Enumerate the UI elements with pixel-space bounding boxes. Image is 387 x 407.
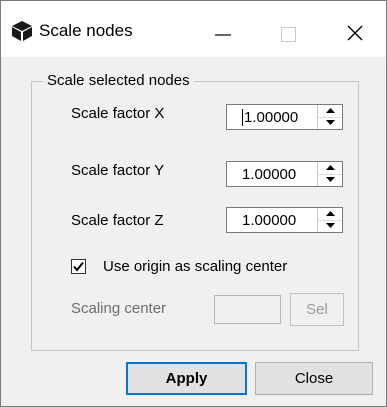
group-label: Scale selected nodes: [43, 72, 194, 89]
chevron-down-icon: [318, 177, 342, 182]
scaling-center-label: Scaling center: [71, 300, 167, 317]
chevron-up-icon: [318, 108, 342, 113]
scale-factor-x-label: Scale factor X: [71, 105, 165, 122]
maximize-icon: [266, 11, 312, 51]
scale-factor-z-value[interactable]: 1.00000: [242, 212, 296, 229]
maximize-button[interactable]: [266, 11, 312, 51]
apply-button[interactable]: Apply: [126, 362, 247, 395]
minimize-button[interactable]: [200, 11, 246, 51]
scale-factor-z-spin-buttons: [317, 208, 342, 232]
scale-nodes-dialog: Scale nodes Scale selected nodes Scale f…: [0, 0, 387, 407]
sel-button[interactable]: Sel: [290, 293, 344, 326]
close-button[interactable]: Close: [255, 362, 373, 395]
chevron-down-icon: [318, 120, 342, 125]
scale-factor-x-decrement[interactable]: [318, 117, 342, 129]
use-origin-checkbox[interactable]: [71, 259, 86, 274]
close-window-button[interactable]: [332, 11, 378, 51]
chevron-down-icon: [318, 223, 342, 228]
chevron-up-icon: [318, 165, 342, 170]
window-title: Scale nodes: [39, 21, 133, 40]
scale-factor-y-value[interactable]: 1.00000: [242, 166, 296, 183]
checkmark-icon: [72, 260, 85, 273]
scale-factor-x-spinbox[interactable]: 1.00000: [226, 104, 343, 130]
use-origin-label[interactable]: Use origin as scaling center: [103, 258, 287, 275]
cube-icon: [11, 20, 33, 42]
chevron-up-icon: [318, 211, 342, 216]
scale-factor-x-spin-buttons: [317, 105, 342, 129]
close-icon: [332, 11, 378, 51]
minimize-icon: [200, 11, 246, 51]
scaling-center-input[interactable]: [214, 295, 281, 324]
scale-factor-y-spinbox[interactable]: 1.00000: [226, 161, 343, 187]
scale-factor-y-decrement[interactable]: [318, 174, 342, 186]
scale-factor-z-label: Scale factor Z: [71, 212, 164, 229]
title-bar[interactable]: Scale nodes: [1, 1, 386, 57]
scale-factor-z-decrement[interactable]: [318, 220, 342, 232]
scale-factor-x-value[interactable]: 1.00000: [242, 109, 298, 126]
scale-factor-y-label: Scale factor Y: [71, 162, 165, 179]
scale-factor-z-spinbox[interactable]: 1.00000: [226, 207, 343, 233]
scale-factor-y-spin-buttons: [317, 162, 342, 186]
